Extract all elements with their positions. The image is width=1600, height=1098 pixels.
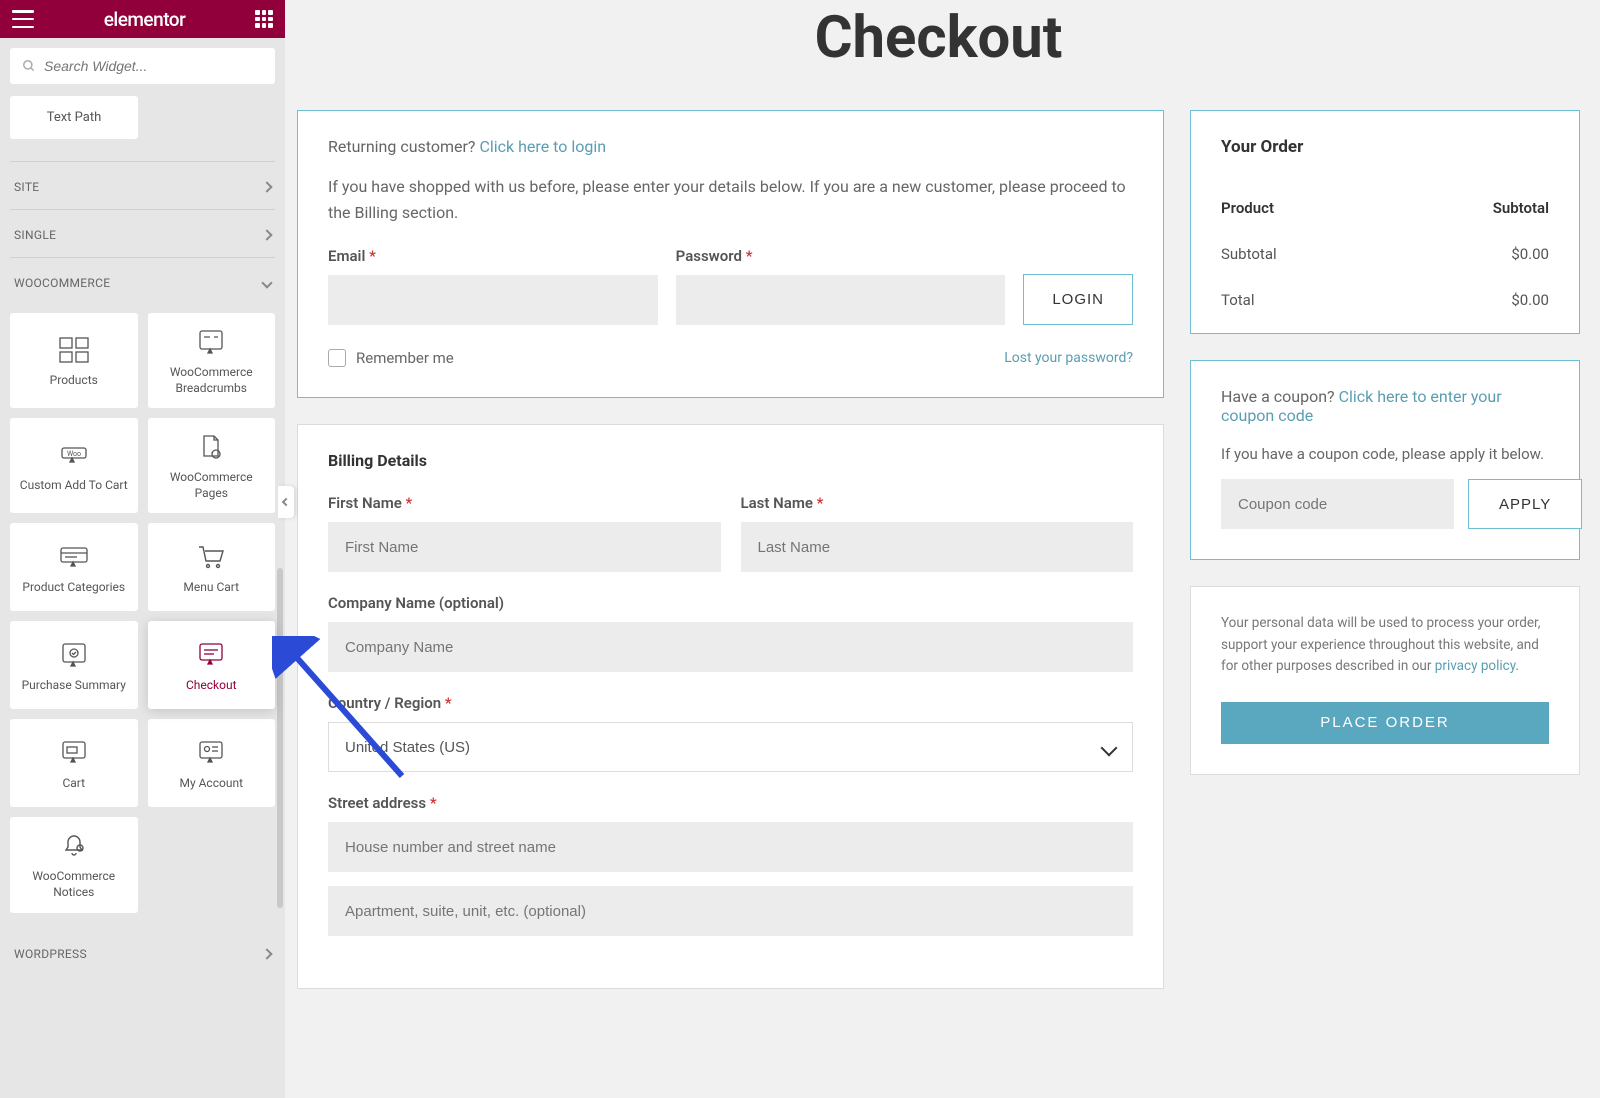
widget-menu-cart[interactable]: Menu Cart	[148, 523, 276, 611]
order-total-label: Total	[1221, 291, 1255, 309]
widget-custom-add-to-cart[interactable]: Woo Custom Add To Cart	[10, 418, 138, 513]
company-input[interactable]	[328, 622, 1133, 672]
last-name-input[interactable]	[741, 522, 1134, 572]
coupon-input[interactable]	[1221, 479, 1454, 529]
privacy-policy-link[interactable]: privacy policy	[1435, 658, 1516, 674]
coupon-panel: Have a coupon? Click here to enter your …	[1190, 360, 1580, 560]
hamburger-menu-icon[interactable]	[12, 10, 34, 28]
nav-woo-label: WOOCOMMERCE	[14, 276, 110, 290]
returning-login-link[interactable]: Click here to login	[479, 137, 606, 156]
widget-product-categories[interactable]: Product Categories	[10, 523, 138, 611]
cart-icon	[57, 738, 91, 768]
widget-products[interactable]: Products	[10, 313, 138, 408]
last-name-label: Last Name *	[741, 494, 1134, 512]
apps-grid-icon[interactable]	[255, 10, 273, 28]
privacy-text: Your personal data will be used to proce…	[1221, 613, 1549, 678]
chevron-down-icon	[261, 277, 272, 288]
search-widget-wrap[interactable]	[10, 48, 275, 84]
coupon-note: If you have a coupon code, please apply …	[1221, 445, 1549, 463]
widget-woo-notices[interactable]: WooCommerce Notices	[10, 817, 138, 912]
sidebar-collapse-handle[interactable]	[278, 486, 294, 518]
company-label: Company Name (optional)	[328, 594, 1133, 612]
nav-wp-label: WORDPRESS	[14, 947, 87, 961]
text-path-widget[interactable]: Text Path	[10, 96, 138, 139]
password-input[interactable]	[676, 275, 1006, 325]
sidebar-scrollbar[interactable]	[277, 568, 283, 908]
street-input-2[interactable]	[328, 886, 1133, 936]
widget-my-account[interactable]: My Account	[148, 719, 276, 807]
have-coupon-text: Have a coupon?	[1221, 387, 1335, 406]
elementor-sidebar: elementor Text Path SITE SINGLE WOOCOMME…	[0, 0, 285, 1098]
first-name-input[interactable]	[328, 522, 721, 572]
login-button[interactable]: LOGIN	[1023, 274, 1133, 325]
order-product-header: Product	[1221, 199, 1274, 217]
first-name-label: First Name *	[328, 494, 721, 512]
checkout-icon	[194, 640, 228, 670]
password-label: Password *	[676, 247, 1006, 265]
widget-cart[interactable]: Cart	[10, 719, 138, 807]
place-order-button[interactable]: PLACE ORDER	[1221, 702, 1549, 744]
search-input[interactable]	[44, 58, 263, 74]
street-label: Street address *	[328, 794, 1133, 812]
remember-checkbox[interactable]	[328, 349, 346, 367]
widget-grid: Products WooCommerce Breadcrumbs Woo Cus…	[10, 313, 275, 913]
menu-cart-icon	[194, 542, 228, 572]
widget-purchase-summary[interactable]: Purchase Summary	[10, 621, 138, 709]
my-account-icon	[194, 738, 228, 768]
categories-icon	[57, 542, 91, 572]
country-select[interactable]	[328, 722, 1133, 772]
lost-password-link[interactable]: Lost your password?	[1004, 350, 1133, 366]
nav-single-label: SINGLE	[14, 228, 56, 242]
breadcrumbs-icon	[194, 327, 228, 357]
widget-woo-pages[interactable]: WooCommerce Pages	[148, 418, 276, 513]
remember-me-label[interactable]: Remember me	[328, 349, 454, 367]
widget-breadcrumbs[interactable]: WooCommerce Breadcrumbs	[148, 313, 276, 408]
email-input[interactable]	[328, 275, 658, 325]
svg-text:Woo: Woo	[67, 450, 81, 458]
chevron-right-icon	[261, 229, 272, 240]
nav-site-label: SITE	[14, 180, 39, 194]
order-total-value: $0.00	[1511, 291, 1549, 309]
order-subtotal-header: Subtotal	[1493, 199, 1549, 217]
chevron-right-icon	[261, 948, 272, 959]
login-panel: Returning customer? Click here to login …	[297, 110, 1164, 398]
order-heading: Your Order	[1221, 137, 1549, 157]
woo-notices-icon	[57, 831, 91, 861]
nav-single[interactable]: SINGLE	[10, 209, 275, 257]
nav-woocommerce[interactable]: WOOCOMMERCE	[10, 257, 275, 305]
email-label: Email *	[328, 247, 658, 265]
products-icon	[57, 335, 91, 365]
widget-checkout[interactable]: Checkout	[148, 621, 276, 709]
order-panel: Your Order Product Subtotal Subtotal $0.…	[1190, 110, 1580, 334]
returning-text: Returning customer?	[328, 137, 476, 156]
brand-logo: elementor	[34, 8, 255, 31]
custom-add-icon: Woo	[57, 440, 91, 470]
sidebar-header: elementor	[0, 0, 285, 38]
purchase-summary-icon	[57, 640, 91, 670]
chevron-left-icon	[282, 498, 290, 506]
order-subtotal-label: Subtotal	[1221, 245, 1277, 263]
order-subtotal-value: $0.00	[1511, 245, 1549, 263]
country-label: Country / Region *	[328, 694, 1133, 712]
nav-wordpress[interactable]: WORDPRESS	[10, 929, 275, 976]
woo-pages-icon	[194, 432, 228, 462]
search-icon	[22, 59, 36, 73]
billing-heading: Billing Details	[328, 451, 1133, 470]
apply-coupon-button[interactable]: APPLY	[1468, 479, 1582, 529]
billing-panel: Billing Details First Name * Last Name *…	[297, 424, 1164, 989]
login-note: If you have shopped with us before, plea…	[328, 174, 1133, 225]
page-title: Checkout	[297, 4, 1580, 72]
chevron-right-icon	[261, 181, 272, 192]
nav-site[interactable]: SITE	[10, 161, 275, 209]
place-order-panel: Your personal data will be used to proce…	[1190, 586, 1580, 775]
street-input-1[interactable]	[328, 822, 1133, 872]
